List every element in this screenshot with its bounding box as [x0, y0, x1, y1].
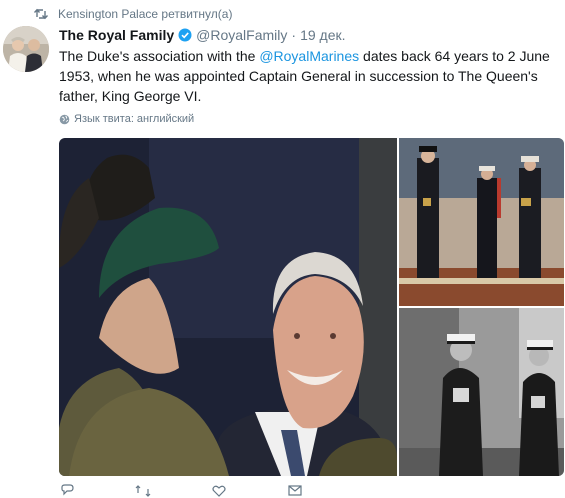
retweet-context-text[interactable]: Kensington Palace ретвитнул(а) — [58, 7, 232, 21]
like-icon[interactable] — [211, 484, 227, 498]
globe-icon — [59, 114, 70, 124]
tweet-text-part-1: The Duke's association with the — [59, 48, 260, 64]
tweet-actions — [59, 484, 359, 498]
photo-ceremony[interactable] — [399, 138, 564, 306]
tweet-date[interactable]: 19 дек. — [300, 27, 345, 43]
retweet-icon — [34, 8, 48, 20]
author-handle[interactable]: @RoyalFamily — [196, 27, 287, 43]
reply-icon[interactable] — [59, 484, 75, 498]
retweet-context: Kensington Palace ретвитнул(а) — [34, 6, 232, 22]
tweet-header: The Royal Family @RoyalFamily · 19 дек. — [59, 26, 346, 44]
verified-badge-icon — [178, 28, 192, 42]
separator-dot: · — [291, 27, 297, 43]
tweet-text: The Duke's association with the @RoyalMa… — [59, 46, 559, 106]
avatar[interactable] — [3, 26, 49, 72]
mention-link[interactable]: @RoyalMarines — [259, 48, 359, 64]
retweet-action-icon[interactable] — [135, 484, 151, 498]
media-grid — [59, 138, 564, 476]
photo-main[interactable] — [59, 138, 397, 476]
message-icon[interactable] — [287, 484, 303, 498]
language-note: Язык твита: английский — [59, 112, 194, 126]
author-name[interactable]: The Royal Family — [59, 27, 174, 43]
language-note-text[interactable]: Язык твита: английский — [74, 113, 194, 125]
photo-archive[interactable] — [399, 308, 564, 476]
